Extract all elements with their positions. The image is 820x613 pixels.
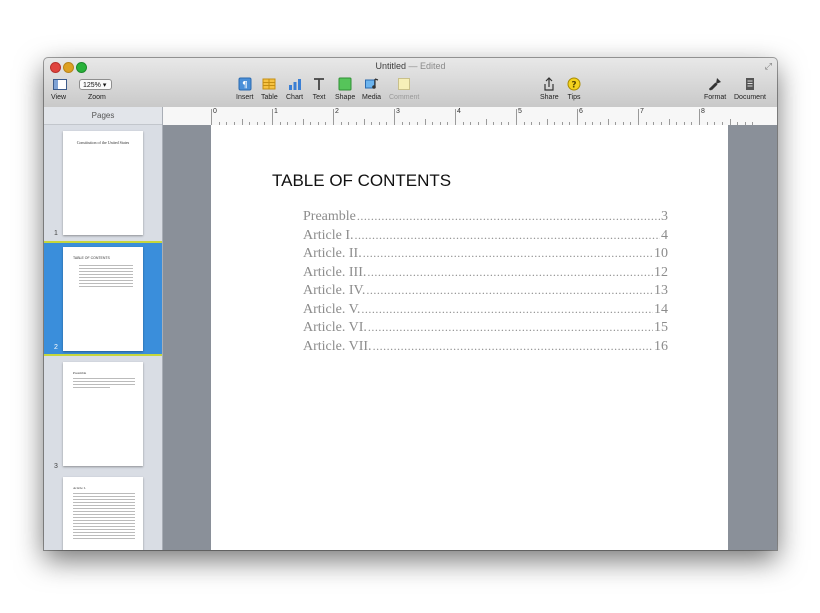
thumbnail-title: TABLE OF CONTENTS: [73, 256, 110, 260]
chart-button[interactable]: Chart: [286, 77, 303, 103]
toc-row: Article. V.14: [303, 302, 668, 321]
toolbar: Untitled — Edited ⤢ View 125% ▾ Zoom ¶ I…: [44, 58, 777, 108]
share-icon: [544, 77, 554, 91]
toc-row: Article. VI.15: [303, 320, 668, 339]
toc-row: Preamble3: [303, 209, 668, 228]
ruler-mark: 0: [213, 108, 217, 115]
thumbnail-title: Article I.: [73, 486, 86, 490]
document-canvas: TABLE OF CONTENTS Preamble3 Article I.4 …: [163, 125, 777, 550]
ruler-mark: 8: [701, 108, 705, 115]
fullscreen-icon[interactable]: ⤢: [765, 61, 772, 72]
format-icon: [709, 78, 722, 91]
comment-button[interactable]: Comment: [389, 77, 419, 103]
insert-button[interactable]: ¶ Insert: [236, 77, 254, 103]
view-button-label: View: [51, 94, 67, 101]
app-window: Untitled — Edited ⤢ View 125% ▾ Zoom ¶ I…: [44, 58, 777, 550]
zoom-label: Zoom: [88, 94, 106, 101]
ruler-tick: [516, 109, 517, 125]
pages-header: Pages: [44, 107, 162, 125]
toc-row: Article. IV. 13: [303, 283, 668, 302]
toc-row: Article. III. 12: [303, 265, 668, 284]
comment-icon: [398, 78, 411, 90]
ruler-mark: 3: [396, 108, 400, 115]
media-icon: [364, 78, 378, 89]
page-thumbnail-image: Article I.: [63, 477, 143, 550]
media-button[interactable]: Media: [362, 77, 381, 103]
svg-text:?: ?: [571, 81, 576, 91]
page-number: 3: [54, 463, 58, 470]
svg-text:¶: ¶: [242, 81, 248, 91]
toc-row: Article. II. 10: [303, 246, 668, 265]
toc-row: Article I.4: [303, 228, 668, 247]
ruler-tick: [394, 109, 395, 125]
window-title: Untitled — Edited: [44, 61, 777, 71]
page-number: 1: [54, 230, 58, 237]
ruler-mark: 7: [640, 108, 644, 115]
page-thumbnail-1[interactable]: Constitution of the United States 1: [44, 125, 162, 240]
ruler-tick: [455, 109, 456, 125]
thumbnail-toc-lines: [63, 261, 143, 287]
shape-icon: [338, 77, 352, 91]
page-thumbnail-image: Preamble: [63, 362, 143, 466]
page-thumbnail-image: TABLE OF CONTENTS: [63, 247, 143, 351]
page-thumbnail-4[interactable]: Article I.: [44, 473, 162, 550]
ruler-tick: [272, 109, 273, 125]
ruler-tick: [333, 109, 334, 125]
ruler-tick: [211, 109, 212, 125]
edited-status: — Edited: [408, 61, 446, 71]
thumbnail-title: Constitution of the United States: [76, 140, 130, 145]
toc-heading: TABLE OF CONTENTS: [272, 171, 452, 190]
table-of-contents: Preamble3 Article I.4 Article. II. 10 Ar…: [303, 209, 668, 357]
page-thumbnail-2[interactable]: TABLE OF CONTENTS 2: [44, 241, 162, 356]
format-button[interactable]: Format: [704, 77, 726, 103]
document-name: Untitled: [375, 61, 406, 71]
chart-icon: [288, 79, 301, 90]
text-button[interactable]: Text: [312, 77, 326, 103]
text-icon: [314, 78, 324, 90]
insert-icon: ¶: [238, 77, 252, 91]
share-button[interactable]: Share: [540, 77, 559, 103]
document-icon: [745, 78, 754, 90]
shape-button[interactable]: Shape: [335, 77, 355, 103]
page-thumbnail-3[interactable]: Preamble 3: [44, 358, 162, 473]
page-number: 2: [54, 344, 58, 351]
ruler-tick: [577, 109, 578, 125]
table-icon: [262, 78, 276, 90]
zoom-select[interactable]: 125% ▾: [79, 79, 112, 90]
pages-sidebar: Pages Constitution of the United States …: [44, 107, 163, 550]
ruler-mark: 4: [457, 108, 461, 115]
page-thumbnail-image: Constitution of the United States: [63, 131, 143, 235]
ruler-mark: 6: [579, 108, 583, 115]
ruler-tick: [638, 109, 639, 125]
ruler-mark: 5: [518, 108, 522, 115]
ruler-mark: 1: [274, 108, 278, 115]
document-page[interactable]: TABLE OF CONTENTS Preamble3 Article I.4 …: [211, 125, 728, 550]
ruler-tick: [699, 109, 700, 125]
thumbnail-title: Preamble: [73, 371, 87, 375]
tips-icon: ?: [567, 77, 581, 91]
horizontal-ruler[interactable]: 0 1 2 3 4 5 6 7 8: [163, 107, 777, 126]
ruler-mark: 2: [335, 108, 339, 115]
view-icon[interactable]: [53, 79, 67, 90]
tips-button[interactable]: ? Tips: [567, 77, 581, 103]
thumbnail-text-lines: [63, 377, 143, 388]
thumbnail-text-lines: [63, 492, 143, 539]
table-button[interactable]: Table: [261, 77, 278, 103]
toc-row: Article. VII.16: [303, 339, 668, 358]
document-button[interactable]: Document: [734, 77, 766, 103]
